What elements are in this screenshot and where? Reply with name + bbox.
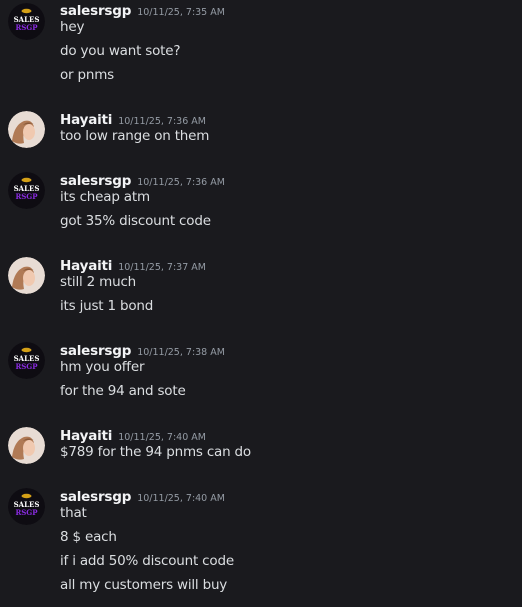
message-text: or pnms — [60, 67, 115, 83]
avatar-text-bottom: RSGP — [15, 508, 38, 517]
username[interactable]: salesrsgp — [60, 173, 131, 189]
profile-photo-icon — [8, 257, 45, 294]
avatar[interactable]: SALES RSGP — [8, 488, 45, 525]
message-text: if i add 50% discount code — [60, 553, 234, 569]
username[interactable]: Hayaiti — [60, 112, 112, 128]
message-header: salesrsgp 10/11/25, 7:36 AM — [60, 170, 225, 189]
message-header: Hayaiti 10/11/25, 7:36 AM — [60, 109, 206, 128]
message-header: Hayaiti 10/11/25, 7:40 AM — [60, 425, 206, 444]
message-text: its just 1 bond — [60, 298, 154, 314]
timestamp: 10/11/25, 7:36 AM — [118, 116, 206, 127]
message-text: all my customers will buy — [60, 577, 228, 593]
message-text: its cheap atm — [60, 189, 150, 205]
avatar[interactable] — [8, 111, 45, 148]
message-text: that — [60, 505, 87, 521]
timestamp: 10/11/25, 7:35 AM — [137, 7, 225, 18]
avatar[interactable]: SALES RSGP — [8, 342, 45, 379]
username[interactable]: Hayaiti — [60, 428, 112, 444]
profile-photo-icon — [8, 427, 45, 464]
message-header: salesrsgp 10/11/25, 7:38 AM — [60, 340, 225, 359]
sales-rsgp-logo-icon: SALES RSGP — [8, 488, 45, 525]
avatar[interactable]: SALES RSGP — [8, 172, 45, 209]
sales-rsgp-logo-icon: SALES RSGP — [8, 3, 45, 40]
timestamp: 10/11/25, 7:38 AM — [137, 347, 225, 358]
message-text: hey — [60, 19, 85, 35]
message-text: hm you offer — [60, 359, 145, 375]
message-text: got 35% discount code — [60, 213, 211, 229]
username[interactable]: salesrsgp — [60, 489, 131, 505]
message-header: salesrsgp 10/11/25, 7:40 AM — [60, 486, 225, 505]
avatar[interactable]: SALES RSGP — [8, 3, 45, 40]
sales-rsgp-logo-icon: SALES RSGP — [8, 172, 45, 209]
profile-photo-icon — [8, 111, 45, 148]
avatar-text-bottom: RSGP — [15, 192, 38, 201]
message-text: still 2 much — [60, 274, 137, 290]
avatar[interactable] — [8, 427, 45, 464]
username[interactable]: salesrsgp — [60, 3, 131, 19]
sales-rsgp-logo-icon: SALES RSGP — [8, 342, 45, 379]
avatar-text-bottom: RSGP — [15, 362, 38, 371]
message-text: 8 $ each — [60, 529, 117, 545]
message-text: do you want sote? — [60, 43, 181, 59]
avatar-text-bottom: RSGP — [15, 23, 38, 32]
message-header: salesrsgp 10/11/25, 7:35 AM — [60, 0, 225, 19]
username[interactable]: salesrsgp — [60, 343, 131, 359]
timestamp: 10/11/25, 7:40 AM — [118, 432, 206, 443]
message-text: for the 94 and sote — [60, 383, 186, 399]
username[interactable]: Hayaiti — [60, 258, 112, 274]
timestamp: 10/11/25, 7:37 AM — [118, 262, 206, 273]
message-text: too low range on them — [60, 128, 210, 144]
message-header: Hayaiti 10/11/25, 7:37 AM — [60, 255, 206, 274]
chat-message-list: SALES RSGP salesrsgp 10/11/25, 7:35 AM he… — [0, 0, 522, 607]
avatar[interactable] — [8, 257, 45, 294]
timestamp: 10/11/25, 7:36 AM — [137, 177, 225, 188]
timestamp: 10/11/25, 7:40 AM — [137, 493, 225, 504]
message-text: $789 for the 94 pnms can do — [60, 444, 251, 460]
